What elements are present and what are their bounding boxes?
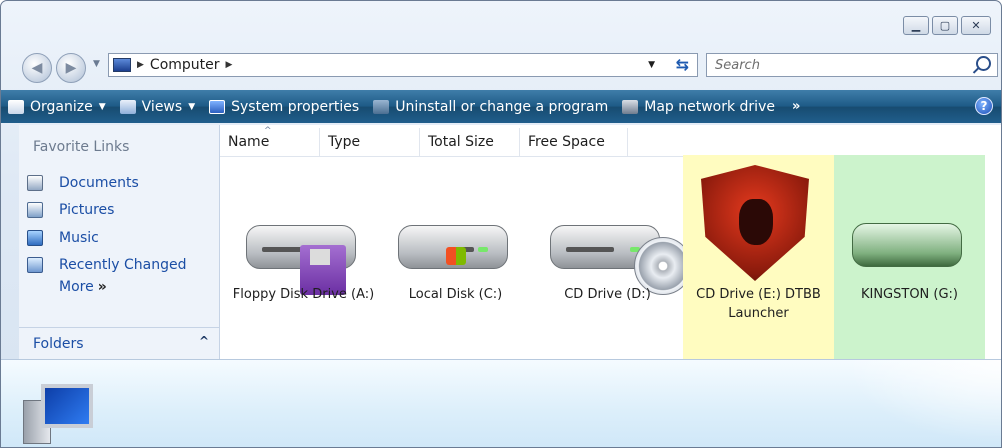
organize-button[interactable]: Organize ▼ bbox=[1, 90, 113, 123]
map-drive-label: Map network drive bbox=[644, 98, 775, 115]
caption-buttons: ▁ ▢ ✕ bbox=[903, 16, 991, 35]
nav-link-music[interactable]: Music bbox=[27, 224, 187, 252]
drive-tile-cd-e[interactable]: CD Drive (E:) DTBB Launcher bbox=[683, 155, 834, 359]
command-toolbar: Organize ▼ Views ▼ System properties Uni… bbox=[1, 90, 1001, 123]
uninstall-button[interactable]: Uninstall or change a program bbox=[366, 90, 615, 123]
column-header-total-size[interactable]: Total Size bbox=[420, 128, 520, 156]
decorative-swoosh bbox=[833, 360, 1001, 447]
uninstall-label: Uninstall or change a program bbox=[395, 98, 609, 115]
maximize-button[interactable]: ▢ bbox=[932, 16, 958, 35]
column-header-free-space[interactable]: Free Space bbox=[520, 128, 628, 156]
search-box bbox=[706, 53, 998, 77]
column-header-label: Total Size bbox=[428, 134, 494, 150]
usb-drive-icon bbox=[852, 217, 962, 271]
sort-ascending-icon: ^ bbox=[264, 126, 272, 136]
refresh-icon[interactable]: ⇆ bbox=[676, 55, 689, 74]
favorite-links-heading: Favorite Links bbox=[33, 139, 130, 155]
nav-link-label: Pictures bbox=[59, 202, 115, 219]
breadcrumb-computer[interactable]: Computer bbox=[150, 57, 220, 73]
favorite-links-list: Documents Pictures Music Recently Change… bbox=[27, 169, 187, 279]
search-icon[interactable] bbox=[976, 56, 991, 71]
address-bar[interactable]: ▶ Computer ▶ ▼ ⇆ bbox=[108, 53, 698, 77]
views-icon bbox=[119, 99, 136, 114]
drive-tile-cd-d[interactable]: CD Drive (D:) bbox=[532, 155, 692, 359]
views-label: Views bbox=[141, 98, 183, 115]
column-header-label: Name bbox=[228, 134, 270, 150]
drive-label: CD Drive (E:) DTBB Launcher bbox=[696, 287, 821, 321]
more-chevron-icon: » bbox=[97, 279, 107, 295]
nav-link-pictures[interactable]: Pictures bbox=[27, 197, 187, 225]
drive-label: CD Drive (D:) bbox=[564, 287, 651, 302]
organize-label: Organize bbox=[30, 98, 93, 115]
system-properties-label: System properties bbox=[231, 98, 360, 115]
recent-pages-dropdown[interactable]: ▼ bbox=[93, 59, 100, 69]
computer-small-icon bbox=[113, 58, 131, 72]
folders-bar[interactable]: Folders ^ bbox=[19, 327, 219, 359]
column-header-name[interactable]: ^ Name bbox=[220, 126, 320, 156]
search-input[interactable] bbox=[713, 56, 967, 74]
organize-icon bbox=[8, 99, 24, 114]
chevron-up-icon[interactable]: ^ bbox=[199, 334, 209, 348]
chevron-down-icon: ▼ bbox=[188, 101, 196, 112]
drive-label: Floppy Disk Drive (A:) bbox=[232, 287, 375, 302]
drive-tile-kingston[interactable]: KINGSTON (G:) bbox=[834, 155, 985, 359]
breadcrumb-separator-icon[interactable]: ▶ bbox=[137, 60, 144, 70]
address-dropdown-icon[interactable]: ▼ bbox=[648, 60, 655, 70]
cd-drive-icon bbox=[550, 217, 692, 295]
music-icon bbox=[27, 229, 43, 246]
system-properties-button[interactable]: System properties bbox=[202, 90, 366, 123]
explorer-window: ▁ ▢ ✕ ◀ ▶ ▼ ▶ Computer ▶ ▼ ⇆ Organize ▼ … bbox=[0, 0, 1002, 448]
address-row: ◀ ▶ ▼ ▶ Computer ▶ ▼ ⇆ bbox=[1, 49, 1001, 83]
nav-link-label: Recently Changed bbox=[59, 257, 187, 274]
pictures-icon bbox=[27, 202, 43, 219]
folders-label: Folders bbox=[33, 336, 84, 352]
breadcrumb-separator-icon[interactable]: ▶ bbox=[226, 60, 233, 70]
drive-label: KINGSTON (G:) bbox=[860, 287, 959, 302]
local-disk-icon bbox=[398, 217, 508, 273]
views-button[interactable]: Views ▼ bbox=[113, 90, 202, 123]
nav-link-label: Documents bbox=[59, 174, 139, 191]
toolbar-overflow-button[interactable]: » bbox=[782, 99, 810, 114]
help-icon[interactable]: ? bbox=[975, 97, 993, 115]
column-headers: ^ Name Type Total Size Free Space bbox=[220, 126, 984, 157]
column-header-type[interactable]: Type bbox=[320, 128, 420, 156]
more-links-label: More bbox=[59, 279, 94, 295]
drive-tile-local-disk[interactable]: Local Disk (C:) bbox=[380, 155, 531, 359]
back-button[interactable]: ◀ bbox=[22, 53, 52, 83]
chevron-down-icon: ▼ bbox=[98, 101, 106, 112]
forward-arrow-icon: ▶ bbox=[65, 60, 77, 76]
floppy-drive-icon bbox=[246, 217, 356, 295]
map-drive-icon bbox=[622, 99, 639, 114]
nav-link-label: Music bbox=[59, 229, 99, 246]
more-links-button[interactable]: More» bbox=[59, 279, 107, 295]
back-arrow-icon: ◀ bbox=[31, 60, 43, 76]
recently-changed-icon bbox=[27, 257, 43, 274]
column-header-label: Type bbox=[328, 134, 361, 150]
nav-link-documents[interactable]: Documents bbox=[27, 169, 187, 197]
kingston-shield-icon bbox=[701, 165, 809, 281]
computer-icon bbox=[23, 380, 99, 444]
map-network-drive-button[interactable]: Map network drive bbox=[615, 90, 782, 123]
file-view: ^ Name Type Total Size Free Space Floppy… bbox=[220, 125, 1001, 359]
uninstall-icon bbox=[373, 99, 390, 114]
forward-button[interactable]: ▶ bbox=[56, 53, 86, 83]
drive-label: Local Disk (C:) bbox=[408, 287, 503, 302]
navigation-pane: Favorite Links Documents Pictures Music … bbox=[19, 125, 220, 359]
minimize-button[interactable]: ▁ bbox=[903, 16, 929, 35]
documents-icon bbox=[27, 174, 43, 191]
drive-list: Floppy Disk Drive (A:) Local Disk (C:) C… bbox=[220, 155, 985, 359]
close-button[interactable]: ✕ bbox=[961, 16, 991, 35]
column-header-label: Free Space bbox=[528, 134, 605, 150]
nav-link-recently-changed[interactable]: Recently Changed bbox=[27, 252, 187, 280]
drive-tile-floppy[interactable]: Floppy Disk Drive (A:) bbox=[228, 155, 379, 359]
system-properties-icon bbox=[209, 99, 226, 114]
details-pane bbox=[1, 359, 1001, 447]
